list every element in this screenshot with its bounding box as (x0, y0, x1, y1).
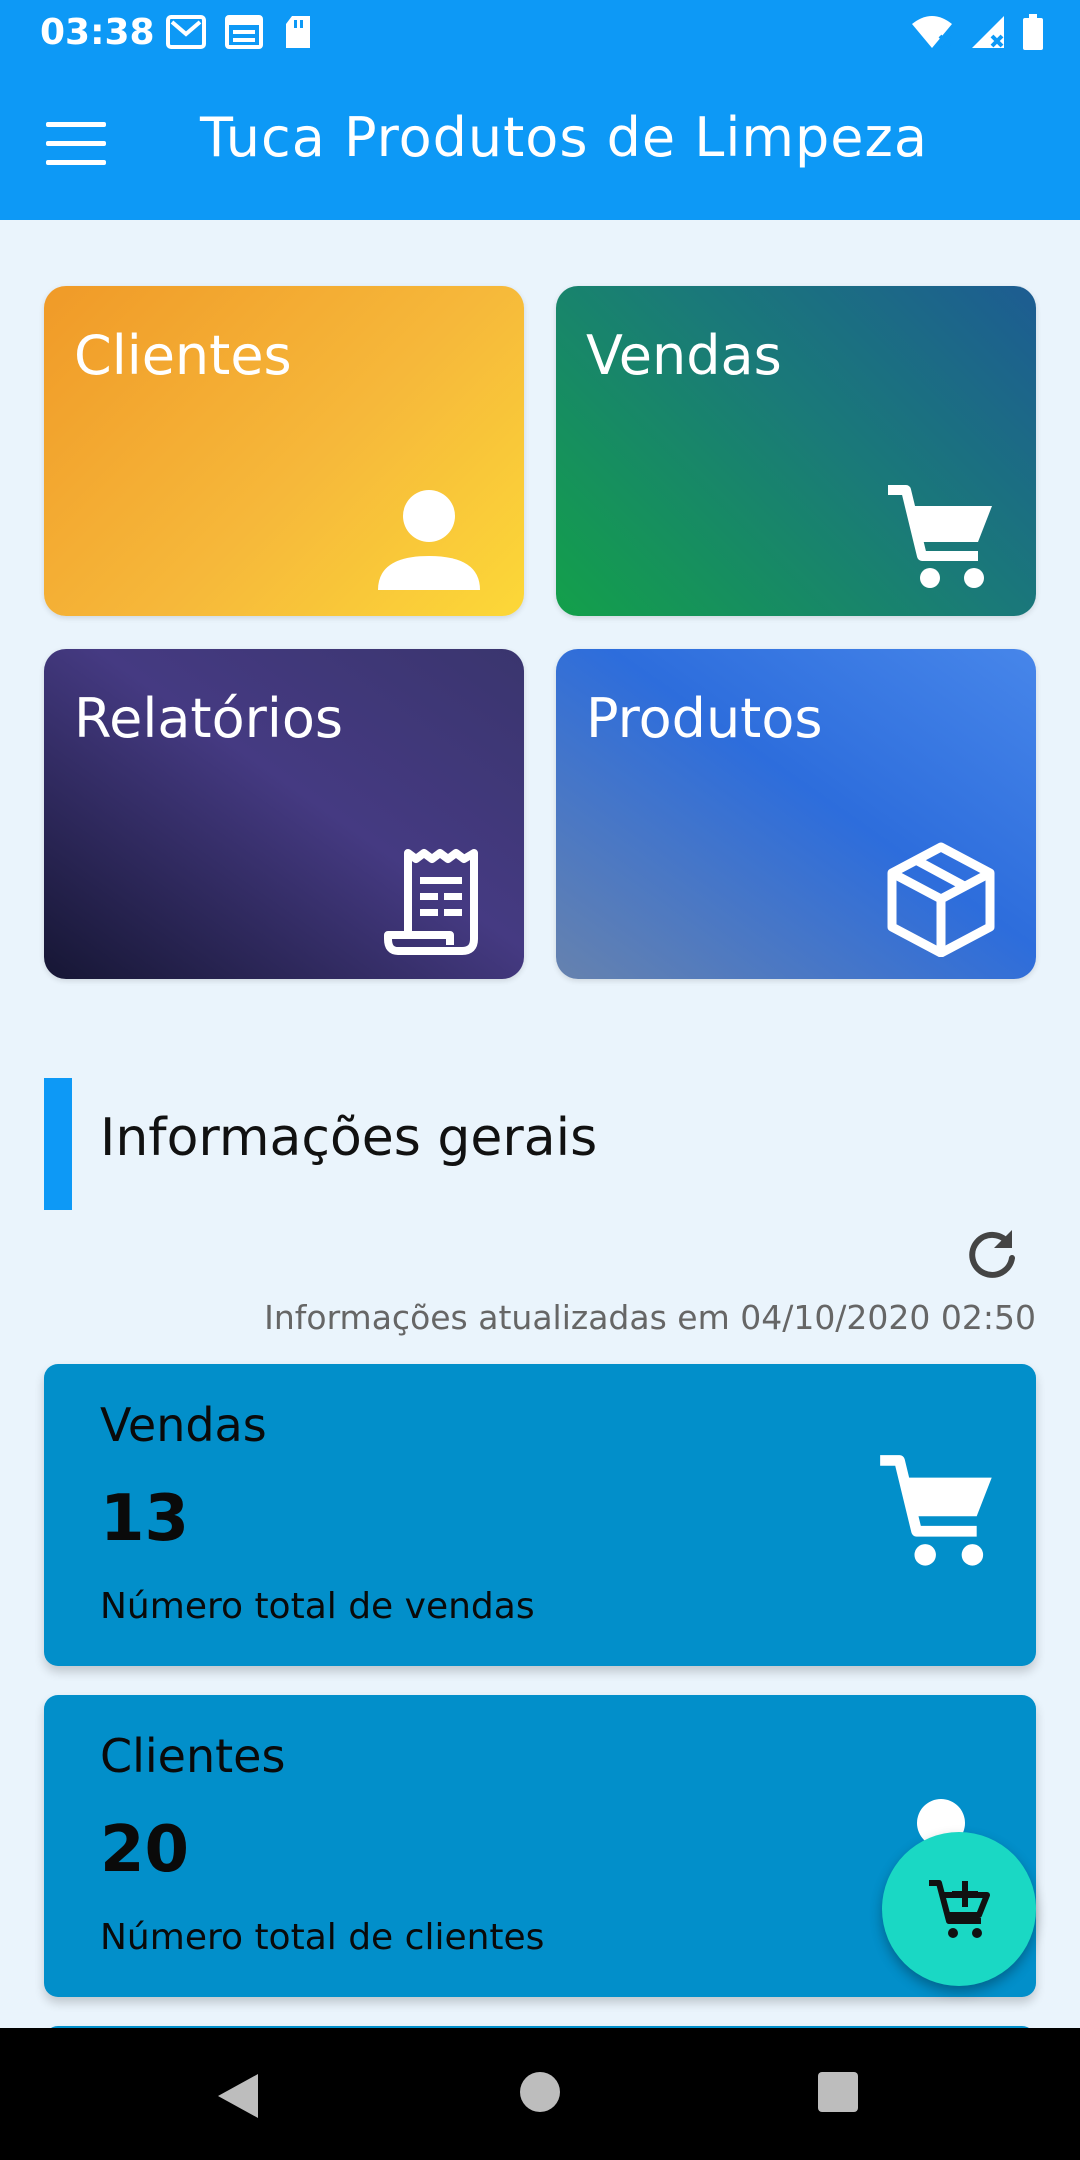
card-value: 20 (100, 1813, 190, 1887)
card-value: 13 (100, 1482, 190, 1556)
tile-vendas-label: Vendas (586, 324, 782, 387)
add-to-cart-fab[interactable] (882, 1832, 1036, 1986)
signal-icon (972, 16, 1004, 48)
status-bar: 03:38 (0, 0, 1080, 68)
app-bar: Tuca Produtos de Limpeza (0, 68, 1080, 220)
refresh-icon[interactable] (962, 1224, 1022, 1284)
card-description: Número total de clientes (100, 1917, 545, 1958)
calendar-icon (225, 15, 263, 49)
wifi-icon (912, 16, 952, 48)
home-icon[interactable] (520, 2072, 560, 2112)
sd-card-icon (286, 16, 310, 48)
section-title: Informações gerais (100, 1108, 598, 1168)
hamburger-menu-icon[interactable] (46, 122, 106, 168)
add-to-cart-icon (929, 1880, 990, 1938)
gmail-icon (166, 15, 206, 49)
person-icon (378, 490, 480, 590)
notification-icons (166, 14, 314, 50)
box-icon (887, 842, 995, 957)
card-description: Número total de vendas (100, 1586, 535, 1627)
recents-icon[interactable] (818, 2072, 858, 2112)
status-time: 03:38 (40, 12, 155, 53)
tile-produtos[interactable]: Produtos (556, 649, 1036, 979)
system-nav-bar (0, 2028, 1080, 2160)
tile-relatorios[interactable]: Relatórios (44, 649, 524, 979)
last-updated-text: Informações atualizadas em 04/10/2020 02… (264, 1298, 1036, 1337)
app-title: Tuca Produtos de Limpeza (200, 106, 928, 169)
info-card-vendas: Vendas 13 Número total de vendas (44, 1364, 1036, 1666)
receipt-icon (384, 849, 478, 955)
tile-relatorios-label: Relatórios (74, 687, 343, 750)
tile-clientes[interactable]: Clientes (44, 286, 524, 616)
battery-icon (1023, 14, 1043, 50)
back-icon[interactable] (216, 2072, 260, 2120)
card-title: Clientes (100, 1729, 286, 1783)
section-accent-bar (44, 1078, 72, 1210)
cart-icon (888, 485, 992, 588)
tile-produtos-label: Produtos (586, 687, 823, 750)
card-title: Vendas (100, 1398, 267, 1452)
info-card-clientes: Clientes 20 Número total de clientes (44, 1695, 1036, 1997)
system-icons (910, 14, 1044, 50)
tile-vendas[interactable]: Vendas (556, 286, 1036, 616)
cart-icon (880, 1455, 992, 1566)
tile-clientes-label: Clientes (74, 324, 292, 387)
